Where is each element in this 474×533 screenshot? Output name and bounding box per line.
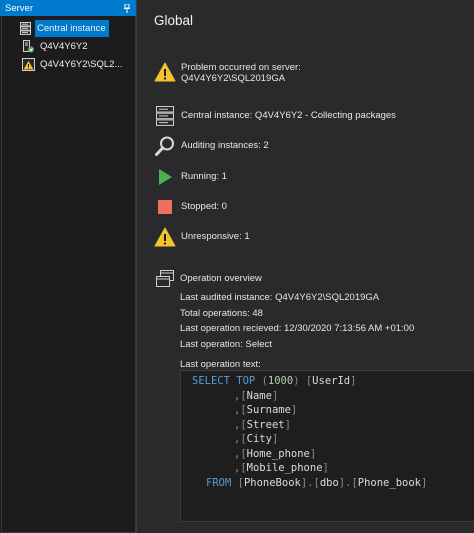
sql-column: Name [246, 389, 272, 402]
tree-item-label: Q4V4Y6Y2\SQL2... [40, 59, 123, 70]
sql-column: Mobile_phone [246, 462, 323, 474]
sql-line-column: ,[City] [234, 433, 279, 445]
pin-icon[interactable] [123, 3, 131, 13]
auditing-row: Auditing instances: 2 [154, 135, 269, 157]
unresponsive-label: Unresponsive: 1 [181, 231, 250, 242]
stop-icon [154, 196, 176, 218]
app-window: Server Central instance Q4V4Y6Y2 Q4V4Y6Y… [0, 0, 474, 533]
tree-item-central-instance[interactable]: Central instance [19, 20, 109, 37]
problem-message: Problem occurred on server: Q4V4Y6Y2\SQL… [181, 62, 301, 84]
sql-column: UserId [312, 375, 351, 387]
problem-line-1: Problem occurred on server: [181, 62, 301, 73]
stopped-label: Stopped: 0 [181, 201, 227, 212]
central-instance-label: Central instance: Q4V4Y6Y2 - Collecting … [181, 110, 396, 121]
sql-keyword-select: SELECT [192, 375, 230, 387]
server-icon [19, 22, 32, 35]
sql-table-schema: dbo [319, 476, 339, 489]
sql-warning-icon [22, 58, 35, 71]
stopped-row: Stopped: 0 [154, 196, 227, 218]
main-content: Global Problem occurred on server: Q4V4Y… [138, 0, 474, 533]
tree-item-label: Q4V4Y6Y2 [40, 41, 88, 52]
problem-line-2: Q4V4Y6Y2\SQL2019GA [181, 73, 286, 84]
sql-keyword-top: TOP [236, 375, 256, 387]
sql-code-view[interactable]: SELECT TOP (1000) [UserId] ,[Name] ,[Sur… [180, 370, 474, 522]
play-icon [154, 166, 176, 188]
windows-icon [154, 268, 176, 290]
last-audited-instance: Last audited instance: Q4V4Y6Y2\SQL2019G… [180, 292, 380, 303]
server-icon [154, 105, 176, 127]
overview-title: Operation overview [180, 273, 262, 284]
sql-keyword-from: FROM [206, 476, 232, 489]
panel-header: Server [0, 0, 136, 16]
sql-line-column: ,[Mobile_phone] [234, 462, 329, 474]
page-title: Global [154, 13, 194, 28]
panel-title: Server [5, 2, 33, 14]
sql-line-column: ,[Home_phone] [234, 447, 317, 460]
agent-ok-icon [22, 40, 35, 53]
sql-top-number: 1000 [267, 375, 294, 387]
last-operation: Last operation: Select [180, 339, 272, 350]
sql-table-name: Phone_book [357, 476, 421, 489]
total-operations: Total operations: 48 [180, 308, 263, 319]
auditing-instances-label: Auditing instances: 2 [181, 140, 269, 151]
operation-overview-header [154, 268, 176, 290]
sql-column: City [246, 433, 272, 445]
server-tree: Central instance Q4V4Y6Y2 Q4V4Y6Y2\SQL2.… [1, 16, 136, 533]
last-operation-received: Last operation recieved: 12/30/2020 7:13… [180, 323, 415, 334]
sql-table-db: PhoneBook [243, 476, 301, 489]
sql-line-column: ,[Name] [234, 389, 279, 402]
unresponsive-row: Unresponsive: 1 [154, 226, 250, 248]
sql-line-from: FROM [PhoneBook].[dbo].[Phone_book] [206, 476, 428, 489]
tree-item-agent[interactable]: Q4V4Y6Y2 [22, 38, 88, 55]
sql-line-column: ,[Surname] [234, 404, 298, 416]
warning-icon [154, 226, 176, 248]
sql-column: Surname [246, 404, 291, 416]
problem-row [154, 61, 176, 83]
running-label: Running: 1 [181, 171, 227, 182]
sql-column: Home_phone [246, 447, 310, 460]
server-panel: Server Central instance Q4V4Y6Y2 Q4V4Y6Y… [0, 0, 137, 533]
central-instance-row: Central instance: Q4V4Y6Y2 - Collecting … [154, 105, 396, 127]
sql-column: Street [246, 418, 285, 431]
warning-icon [154, 61, 176, 83]
last-operation-text-label: Last operation text: [180, 359, 261, 370]
running-row: Running: 1 [154, 166, 227, 188]
tree-item-label: Central instance [35, 20, 109, 37]
sql-line-select: SELECT TOP (1000) [UserId] [192, 375, 357, 387]
magnifier-icon [154, 135, 176, 157]
tree-item-sql-instance[interactable]: Q4V4Y6Y2\SQL2... [22, 56, 122, 73]
sql-line-column: ,[Street] [234, 418, 291, 431]
